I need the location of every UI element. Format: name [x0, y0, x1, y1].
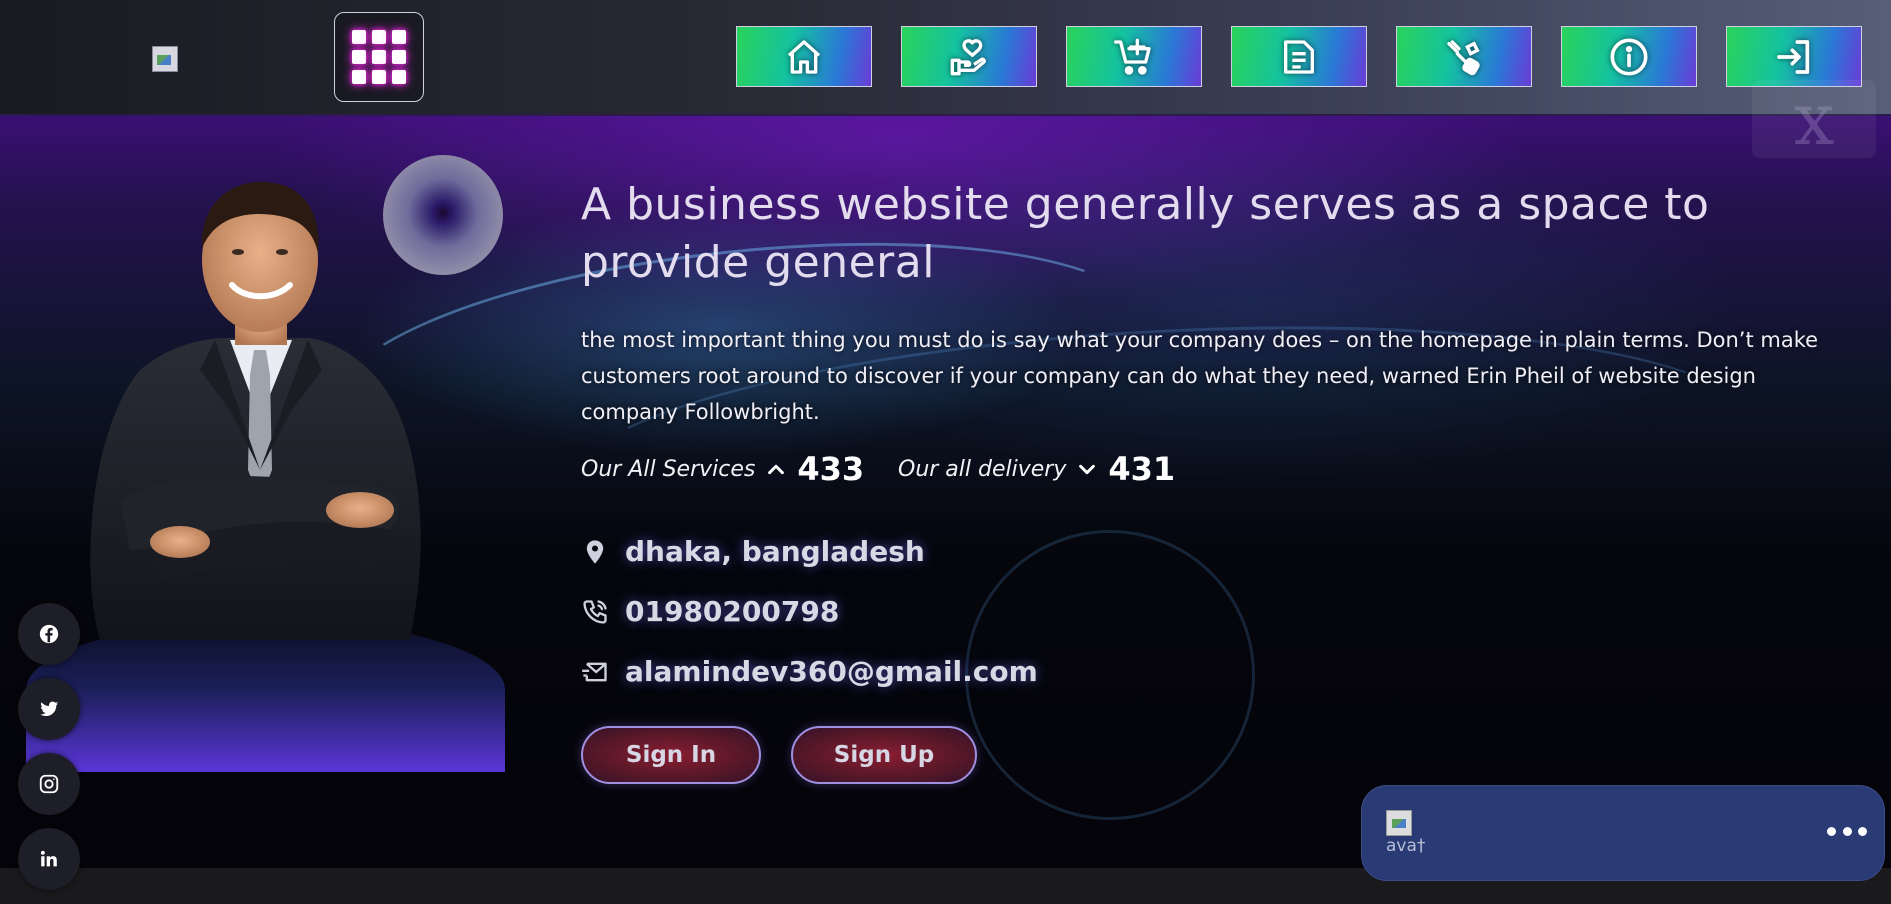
sign-in-button[interactable]: Sign In	[581, 726, 761, 784]
stat-delivery: Our all delivery 431	[898, 450, 1175, 488]
nav-home-button[interactable]	[736, 26, 872, 87]
chat-avatar-alt-text: ava†	[1386, 836, 1426, 856]
dot	[1858, 826, 1867, 836]
broken-image-icon[interactable]	[152, 46, 178, 72]
chat-widget[interactable]: ava†	[1361, 785, 1885, 881]
home-icon	[787, 39, 821, 74]
facebook-button[interactable]	[18, 603, 80, 665]
tools-icon	[1447, 39, 1480, 75]
stat-services: Our All Services 433	[581, 450, 864, 488]
stat-label: Our all delivery	[898, 456, 1067, 482]
mail-send-icon	[582, 662, 607, 681]
stat-label: Our All Services	[581, 456, 756, 482]
sign-up-button[interactable]: Sign Up	[791, 726, 977, 784]
nav-services-button[interactable]	[1396, 26, 1532, 87]
twitter-button[interactable]	[18, 678, 80, 740]
instagram-icon	[39, 774, 59, 794]
grid-cell	[392, 30, 406, 44]
document-icon	[1284, 39, 1314, 74]
nav-blog-button[interactable]	[1231, 26, 1367, 87]
cart-plus-icon	[1114, 38, 1151, 75]
phone-icon	[583, 599, 607, 624]
dot	[1827, 826, 1836, 836]
linkedin-icon	[40, 850, 57, 867]
more-horizontal-icon[interactable]	[1827, 816, 1867, 846]
email-text: alamindev360@gmail.com	[625, 655, 1038, 688]
menu-grid-button[interactable]	[334, 12, 424, 102]
phone-text: 01980200798	[625, 595, 840, 628]
hand-heart-icon	[950, 38, 986, 75]
contact-location: dhaka, bangladesh	[581, 535, 925, 568]
contact-email: alamindev360@gmail.com	[581, 655, 1038, 688]
location-text: dhaka, bangladesh	[625, 535, 925, 568]
grid-cell	[392, 70, 406, 84]
grid-cell	[352, 50, 366, 64]
stat-value: 431	[1108, 450, 1176, 488]
grid-cell	[372, 30, 386, 44]
grid-cell	[372, 70, 386, 84]
businessman-image	[90, 181, 421, 640]
linkedin-button[interactable]	[18, 828, 80, 890]
profile-podium	[26, 620, 505, 772]
hero-description: the most important thing you must do is …	[581, 328, 1819, 424]
corner-watermark: x	[1752, 80, 1876, 158]
nav-about-button[interactable]	[1561, 26, 1697, 87]
chevron-up-icon	[768, 464, 785, 475]
map-pin-icon	[586, 539, 604, 564]
facebook-icon	[39, 624, 59, 644]
info-icon	[1610, 38, 1648, 75]
top-header	[0, 0, 1891, 116]
grid-icon	[352, 30, 366, 44]
chevron-down-icon	[1079, 464, 1096, 475]
broken-image-icon	[1386, 810, 1412, 836]
twitter-icon	[40, 701, 59, 717]
contact-phone: 01980200798	[581, 595, 839, 628]
grid-cell	[352, 70, 366, 84]
nav-donate-button[interactable]	[901, 26, 1037, 87]
nav-cart-button[interactable]	[1066, 26, 1202, 87]
login-icon	[1777, 39, 1810, 74]
instagram-button[interactable]	[18, 753, 80, 815]
grid-cell	[392, 50, 406, 64]
hero-title: A business website generally serves as a…	[581, 179, 1710, 288]
stat-value: 433	[797, 450, 865, 488]
dot	[1842, 826, 1852, 836]
grid-cell	[372, 50, 386, 64]
